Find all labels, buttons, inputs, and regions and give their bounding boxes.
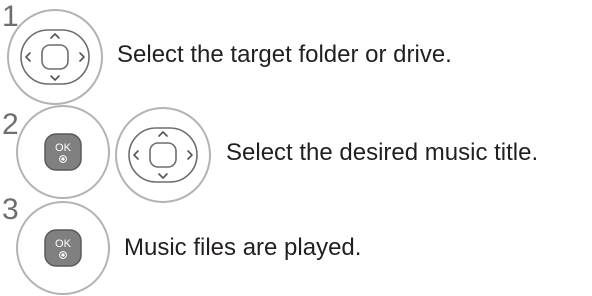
step-3-instruction: Music files are played. (124, 234, 362, 261)
nav-pad-icon (115, 107, 211, 203)
ok-button-icon: OK (16, 105, 110, 199)
ok-label: OK (55, 238, 72, 250)
step-2-instruction: Select the desired music title. (226, 139, 539, 166)
ok-button-icon: OK (16, 201, 110, 295)
step-1-instruction: Select the target folder or drive. (117, 41, 452, 68)
ok-label: OK (55, 142, 72, 154)
nav-pad-icon (7, 9, 103, 105)
